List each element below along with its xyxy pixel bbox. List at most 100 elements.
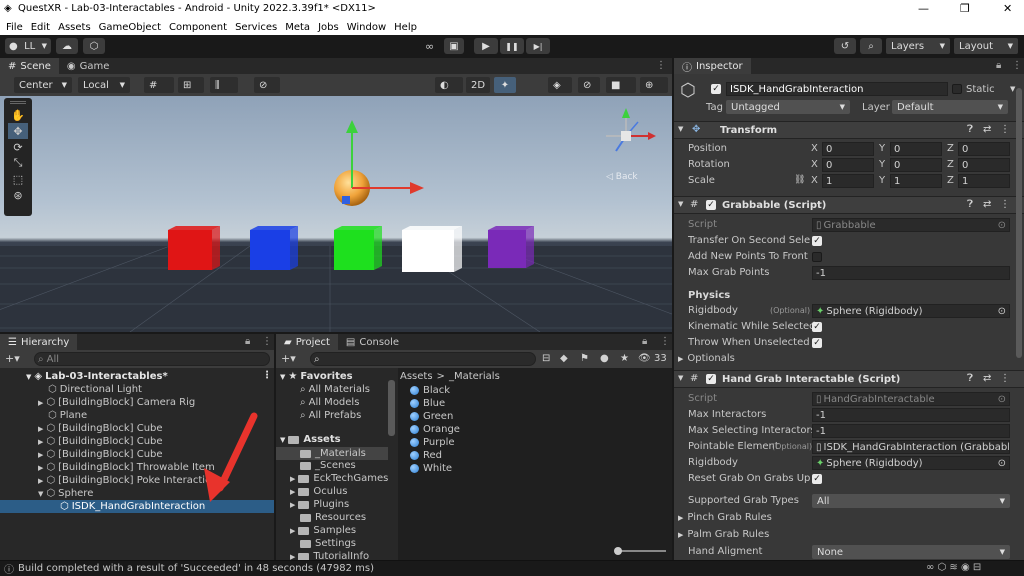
scene-root-row[interactable]: ▼ ◈ Lab-03-Interactables* ⋮ bbox=[26, 370, 272, 383]
menu-component[interactable]: Component bbox=[169, 22, 227, 33]
account-dropdown[interactable]: ● LL ▼ bbox=[5, 38, 51, 54]
grabbable-rigidbody-field[interactable]: ✦ Sphere (Rigidbody) ⊙ bbox=[812, 304, 1010, 318]
tab-scene[interactable]: # Scene bbox=[0, 58, 59, 74]
folder-tree-scrollbar[interactable] bbox=[388, 380, 395, 436]
handgrab-header[interactable]: ▼ # ✓ Hand Grab Interactable (Script) ❓︎… bbox=[674, 370, 1024, 388]
material-green[interactable]: Green bbox=[410, 410, 460, 423]
add-asset-button[interactable]: +▾ bbox=[281, 352, 296, 365]
tree-item-throwable[interactable]: ▶ ⬡ [BuildingBlock] Throwable Item bbox=[38, 461, 215, 474]
position-z-field[interactable]: 0 bbox=[958, 142, 1010, 156]
hierarchy-search-input[interactable]: ⌕ All bbox=[34, 352, 270, 366]
hand-tool[interactable]: ✋ bbox=[8, 107, 28, 123]
scale-tool[interactable]: ⤡ bbox=[8, 155, 28, 171]
material-white[interactable]: White bbox=[410, 462, 460, 475]
search-by-type-icon[interactable]: ⊟ bbox=[542, 353, 550, 364]
minimize-button[interactable]: — bbox=[918, 2, 929, 15]
lighting-toggle[interactable]: ✦ bbox=[494, 77, 516, 93]
search-by-label-icon[interactable]: ◆ bbox=[560, 353, 568, 364]
cube-purple[interactable] bbox=[488, 226, 534, 268]
pos-x-label[interactable]: X bbox=[811, 143, 818, 154]
status-message[interactable]: Build completed with a result of 'Succee… bbox=[18, 563, 374, 574]
scale-y-label[interactable]: Y bbox=[879, 175, 885, 186]
component-menu-icon[interactable]: ⋮ bbox=[1000, 199, 1010, 210]
favorite-star-icon[interactable]: ★ bbox=[620, 353, 629, 364]
tree-item-sphere[interactable]: ▼ ⬡ Sphere bbox=[38, 487, 93, 500]
tab-inspector[interactable]: ⓘ Inspector bbox=[674, 58, 751, 74]
rot-y-label[interactable]: Y bbox=[879, 159, 885, 170]
tree-item-poke[interactable]: ▶ ⬡ [BuildingBlock] Poke Interaction bbox=[38, 474, 218, 487]
rotation-x-field[interactable]: 0 bbox=[822, 158, 874, 172]
tree-item-camera-rig[interactable]: ▶ ⬡ [BuildingBlock] Camera Rig bbox=[38, 396, 195, 409]
space-dropdown[interactable]: Local ▼ bbox=[78, 77, 130, 93]
cube-green[interactable] bbox=[334, 226, 382, 270]
material-blue[interactable]: Blue bbox=[410, 397, 460, 410]
layers-dropdown[interactable]: Layers ▼ bbox=[886, 38, 950, 54]
menu-meta[interactable]: Meta bbox=[285, 22, 310, 33]
rot-z-label[interactable]: Z bbox=[947, 159, 954, 170]
pos-y-label[interactable]: Y bbox=[879, 143, 885, 154]
transform-tool[interactable]: ⊛ bbox=[8, 187, 28, 203]
cloud-button[interactable]: ☁ bbox=[56, 38, 78, 54]
rotate-tool[interactable]: ⟳ bbox=[8, 139, 28, 155]
folder-ecktechgames[interactable]: ▶ EckTechGames bbox=[290, 473, 388, 484]
material-red[interactable]: Red bbox=[410, 449, 460, 462]
static-dropdown-icon[interactable]: ▼ bbox=[1010, 85, 1015, 93]
step-button[interactable]: ▶| bbox=[526, 38, 550, 54]
static-checkbox[interactable] bbox=[952, 84, 962, 94]
cube-white[interactable] bbox=[402, 226, 462, 272]
scene-menu-icon[interactable]: ⋮ bbox=[262, 370, 272, 381]
help-icon[interactable]: ❓︎ bbox=[967, 199, 973, 210]
shading-dropdown[interactable]: ◐ bbox=[435, 77, 463, 93]
position-x-field[interactable]: 0 bbox=[822, 142, 874, 156]
project-search-input[interactable]: ⌕ bbox=[310, 352, 536, 366]
align-dropdown[interactable]: ⫼ bbox=[210, 77, 238, 93]
kinematic-checkbox[interactable]: ✓ bbox=[812, 322, 822, 332]
transform-header[interactable]: ▼ ✥ Transform ❓︎ ⇄ ⋮ bbox=[674, 121, 1024, 139]
assets-header[interactable]: ▼ Assets bbox=[280, 434, 341, 445]
max-grab-field[interactable]: -1 bbox=[812, 266, 1010, 280]
collab-button[interactable]: ⬡ bbox=[83, 38, 105, 54]
handgrab-enabled-checkbox[interactable]: ✓ bbox=[706, 374, 716, 384]
rect-tool[interactable]: ⬚ bbox=[8, 171, 28, 187]
orientation-back-label[interactable]: ◁ Back bbox=[606, 172, 638, 182]
material-orange[interactable]: Orange bbox=[410, 423, 460, 436]
material-purple[interactable]: Purple bbox=[410, 436, 460, 449]
tree-item-plane[interactable]: ⬡ Plane bbox=[48, 409, 87, 422]
panel-menu-icon[interactable]: ⋮ bbox=[1012, 60, 1022, 71]
drag-handle[interactable] bbox=[10, 101, 26, 104]
scale-z-label[interactable]: Z bbox=[947, 175, 954, 186]
folder-resources[interactable]: Resources bbox=[300, 512, 366, 523]
cube-blue[interactable] bbox=[250, 226, 298, 270]
component-menu-icon[interactable]: ⋮ bbox=[1000, 373, 1010, 384]
preset-icon[interactable]: ⇄ bbox=[983, 373, 991, 384]
close-button[interactable]: ✕ bbox=[1003, 2, 1012, 15]
grid-snapping-dropdown[interactable]: # bbox=[144, 77, 174, 93]
scene-viewport[interactable]: ◁ Back ✋ ✥ ⟳ ⤡ ⬚ ⊛ bbox=[0, 96, 672, 332]
reset-grab-checkbox[interactable]: ✓ bbox=[812, 474, 822, 484]
audio-toggle[interactable]: ◈ bbox=[548, 77, 572, 93]
layer-dropdown[interactable]: Default ▼ bbox=[892, 100, 1008, 114]
breadcrumb-assets[interactable]: Assets bbox=[400, 371, 433, 382]
menu-jobs[interactable]: Jobs bbox=[318, 22, 339, 33]
favorite-all-prefabs[interactable]: ⌕ All Prefabs bbox=[300, 410, 361, 421]
folder-oculus[interactable]: ▶ Oculus bbox=[290, 486, 347, 497]
inspector-scrollbar[interactable] bbox=[1016, 88, 1022, 358]
increment-snap-dropdown[interactable]: ⊞ bbox=[178, 77, 204, 93]
scale-z-field[interactable]: 1 bbox=[958, 174, 1010, 188]
menu-file[interactable]: File bbox=[6, 22, 23, 33]
tab-project[interactable]: ▰ Project bbox=[276, 334, 338, 350]
palm-grab-rules-foldout[interactable]: ▶ Palm Grab Rules bbox=[678, 529, 769, 540]
pointable-field[interactable]: ▯ISDK_HandGrabInteraction (Grabbabl⊙ bbox=[812, 440, 1010, 454]
folder-plugins[interactable]: ▶ Plugins bbox=[290, 499, 349, 510]
optionals-foldout[interactable]: ▶ Optionals bbox=[678, 353, 735, 364]
cube-red[interactable] bbox=[168, 226, 220, 270]
rot-x-label[interactable]: X bbox=[811, 159, 818, 170]
active-checkbox[interactable]: ✓ bbox=[711, 84, 721, 94]
add-points-checkbox[interactable] bbox=[812, 252, 822, 262]
undo-history-button[interactable]: ↺ bbox=[834, 38, 856, 54]
slider-thumb[interactable] bbox=[614, 547, 622, 555]
rotation-z-field[interactable]: 0 bbox=[958, 158, 1010, 172]
layout-dropdown[interactable]: Layout ▼ bbox=[954, 38, 1018, 54]
gizmos-dropdown[interactable]: ⊕ bbox=[640, 77, 668, 93]
object-name-field[interactable]: ISDK_HandGrabInteraction bbox=[726, 82, 948, 96]
